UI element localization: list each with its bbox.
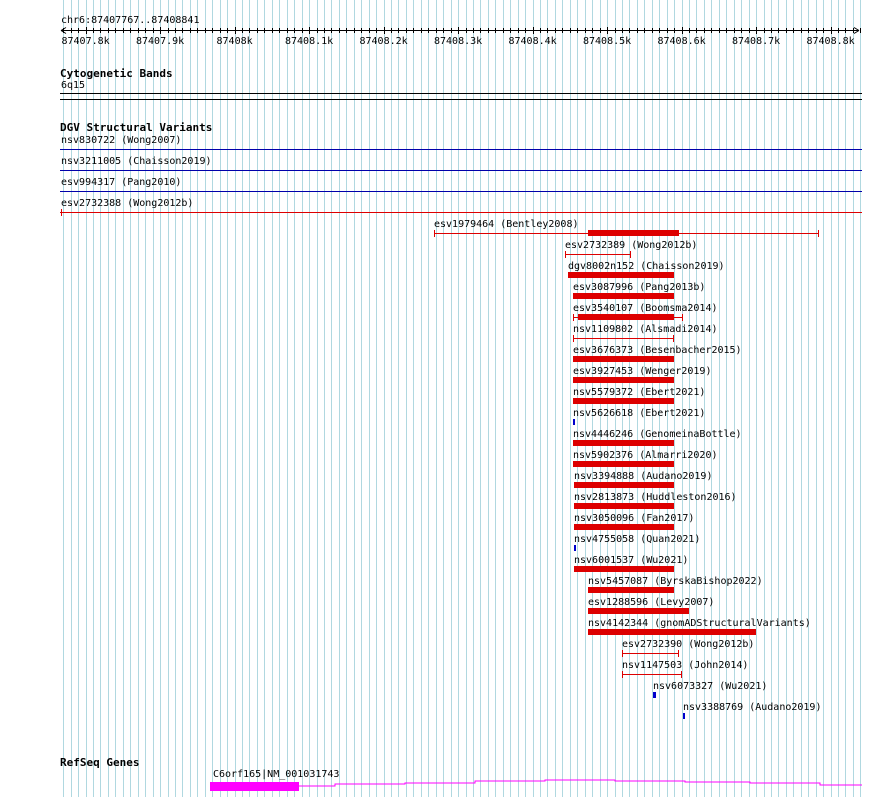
sv-label[interactable]: esv3676373 (Besenbacher2015): [573, 345, 742, 356]
sv-label[interactable]: esv1979464 (Bentley2008): [434, 219, 579, 230]
sv-label: esv2732388 (Wong2012b): [61, 198, 193, 209]
refseq-track-title: RefSeq Genes: [60, 756, 140, 769]
sv-feature-bar[interactable]: [573, 461, 674, 467]
sv-feature-bar[interactable]: [573, 377, 674, 383]
sv-label[interactable]: nsv6073327 (Wu2021): [653, 681, 767, 692]
sv-feature-bar[interactable]: [574, 503, 674, 509]
sv-label[interactable]: nsv5626618 (Ebert2021): [573, 408, 705, 419]
gene-exon: [210, 782, 299, 791]
sv-label[interactable]: nsv5902376 (Almarri2020): [573, 450, 718, 461]
sv-feature-bar[interactable]: [573, 293, 674, 299]
sv-feature-bar[interactable]: [573, 419, 575, 425]
sv-label[interactable]: nsv3388769 (Audano2019): [683, 702, 821, 713]
sv-label[interactable]: esv3927453 (Wenger2019): [573, 366, 711, 377]
feature-tracks: nsv830722 (Wong2007) nsv3211005 (Chaisson…: [60, 93, 862, 791]
sv-label[interactable]: esv3540107 (Boomsma2014): [573, 303, 718, 314]
sv-feature-bar[interactable]: [574, 566, 674, 572]
sv-feature-bar[interactable]: [573, 440, 674, 446]
sv-feature-bar[interactable]: [653, 692, 656, 698]
sv-label[interactable]: nsv2813873 (Huddleston2016): [574, 492, 737, 503]
sv-label: nsv3211005 (Chaisson2019): [61, 156, 212, 167]
sv-label[interactable]: esv3087996 (Pang2013b): [573, 282, 705, 293]
sv-label[interactable]: nsv3394888 (Audano2019): [574, 471, 712, 482]
sv-feature-bar[interactable]: [573, 398, 674, 404]
gene-intron-line: [299, 779, 862, 787]
genome-browser-view: chr6:87407767..87408841 87407.8k 87407.9k…: [0, 0, 890, 797]
sv-label[interactable]: nsv5457087 (ByrskaBishop2022): [588, 576, 763, 587]
sv-feature-bar[interactable]: [588, 587, 674, 593]
sv-label[interactable]: nsv4142344 (gnomADStructuralVariants): [588, 618, 811, 629]
gene-label[interactable]: C6orf165|NM_001031743: [213, 769, 339, 781]
sv-feature-bar[interactable]: [568, 272, 674, 278]
sv-feature-bar: [588, 230, 679, 236]
sv-label[interactable]: nsv1109802 (Alsmadi2014): [573, 324, 718, 335]
sv-label[interactable]: nsv1147503 (John2014): [622, 660, 748, 671]
sv-label[interactable]: esv2732390 (Wong2012b): [622, 639, 754, 650]
sv-label[interactable]: nsv5579372 (Ebert2021): [573, 387, 705, 398]
sv-feature-bar[interactable]: [683, 713, 685, 719]
sv-feature-bar[interactable]: [574, 545, 576, 551]
sv-label[interactable]: dgv8002n152 (Chaisson2019): [568, 261, 725, 272]
sv-label[interactable]: nsv4755058 (Quan2021): [574, 534, 700, 545]
sv-label[interactable]: nsv6001537 (Wu2021): [574, 555, 688, 566]
sv-feature-bar[interactable]: [574, 524, 674, 530]
sv-feature-bar[interactable]: [588, 629, 756, 635]
sv-label[interactable]: nsv4446246 (GenomeinaBottle): [573, 429, 742, 440]
sv-label: nsv830722 (Wong2007): [61, 135, 181, 146]
sv-label[interactable]: esv1288596 (Levy2007): [588, 597, 714, 608]
sv-feature-bar: [578, 314, 674, 320]
sv-label: esv994317 (Pang2010): [61, 177, 181, 188]
sv-label[interactable]: nsv3050096 (Fan2017): [574, 513, 694, 524]
sv-label[interactable]: esv2732389 (Wong2012b): [565, 240, 697, 251]
sv-feature-bar[interactable]: [573, 356, 674, 362]
sv-feature-bar[interactable]: [588, 608, 689, 614]
sv-feature-bar[interactable]: [574, 482, 674, 488]
